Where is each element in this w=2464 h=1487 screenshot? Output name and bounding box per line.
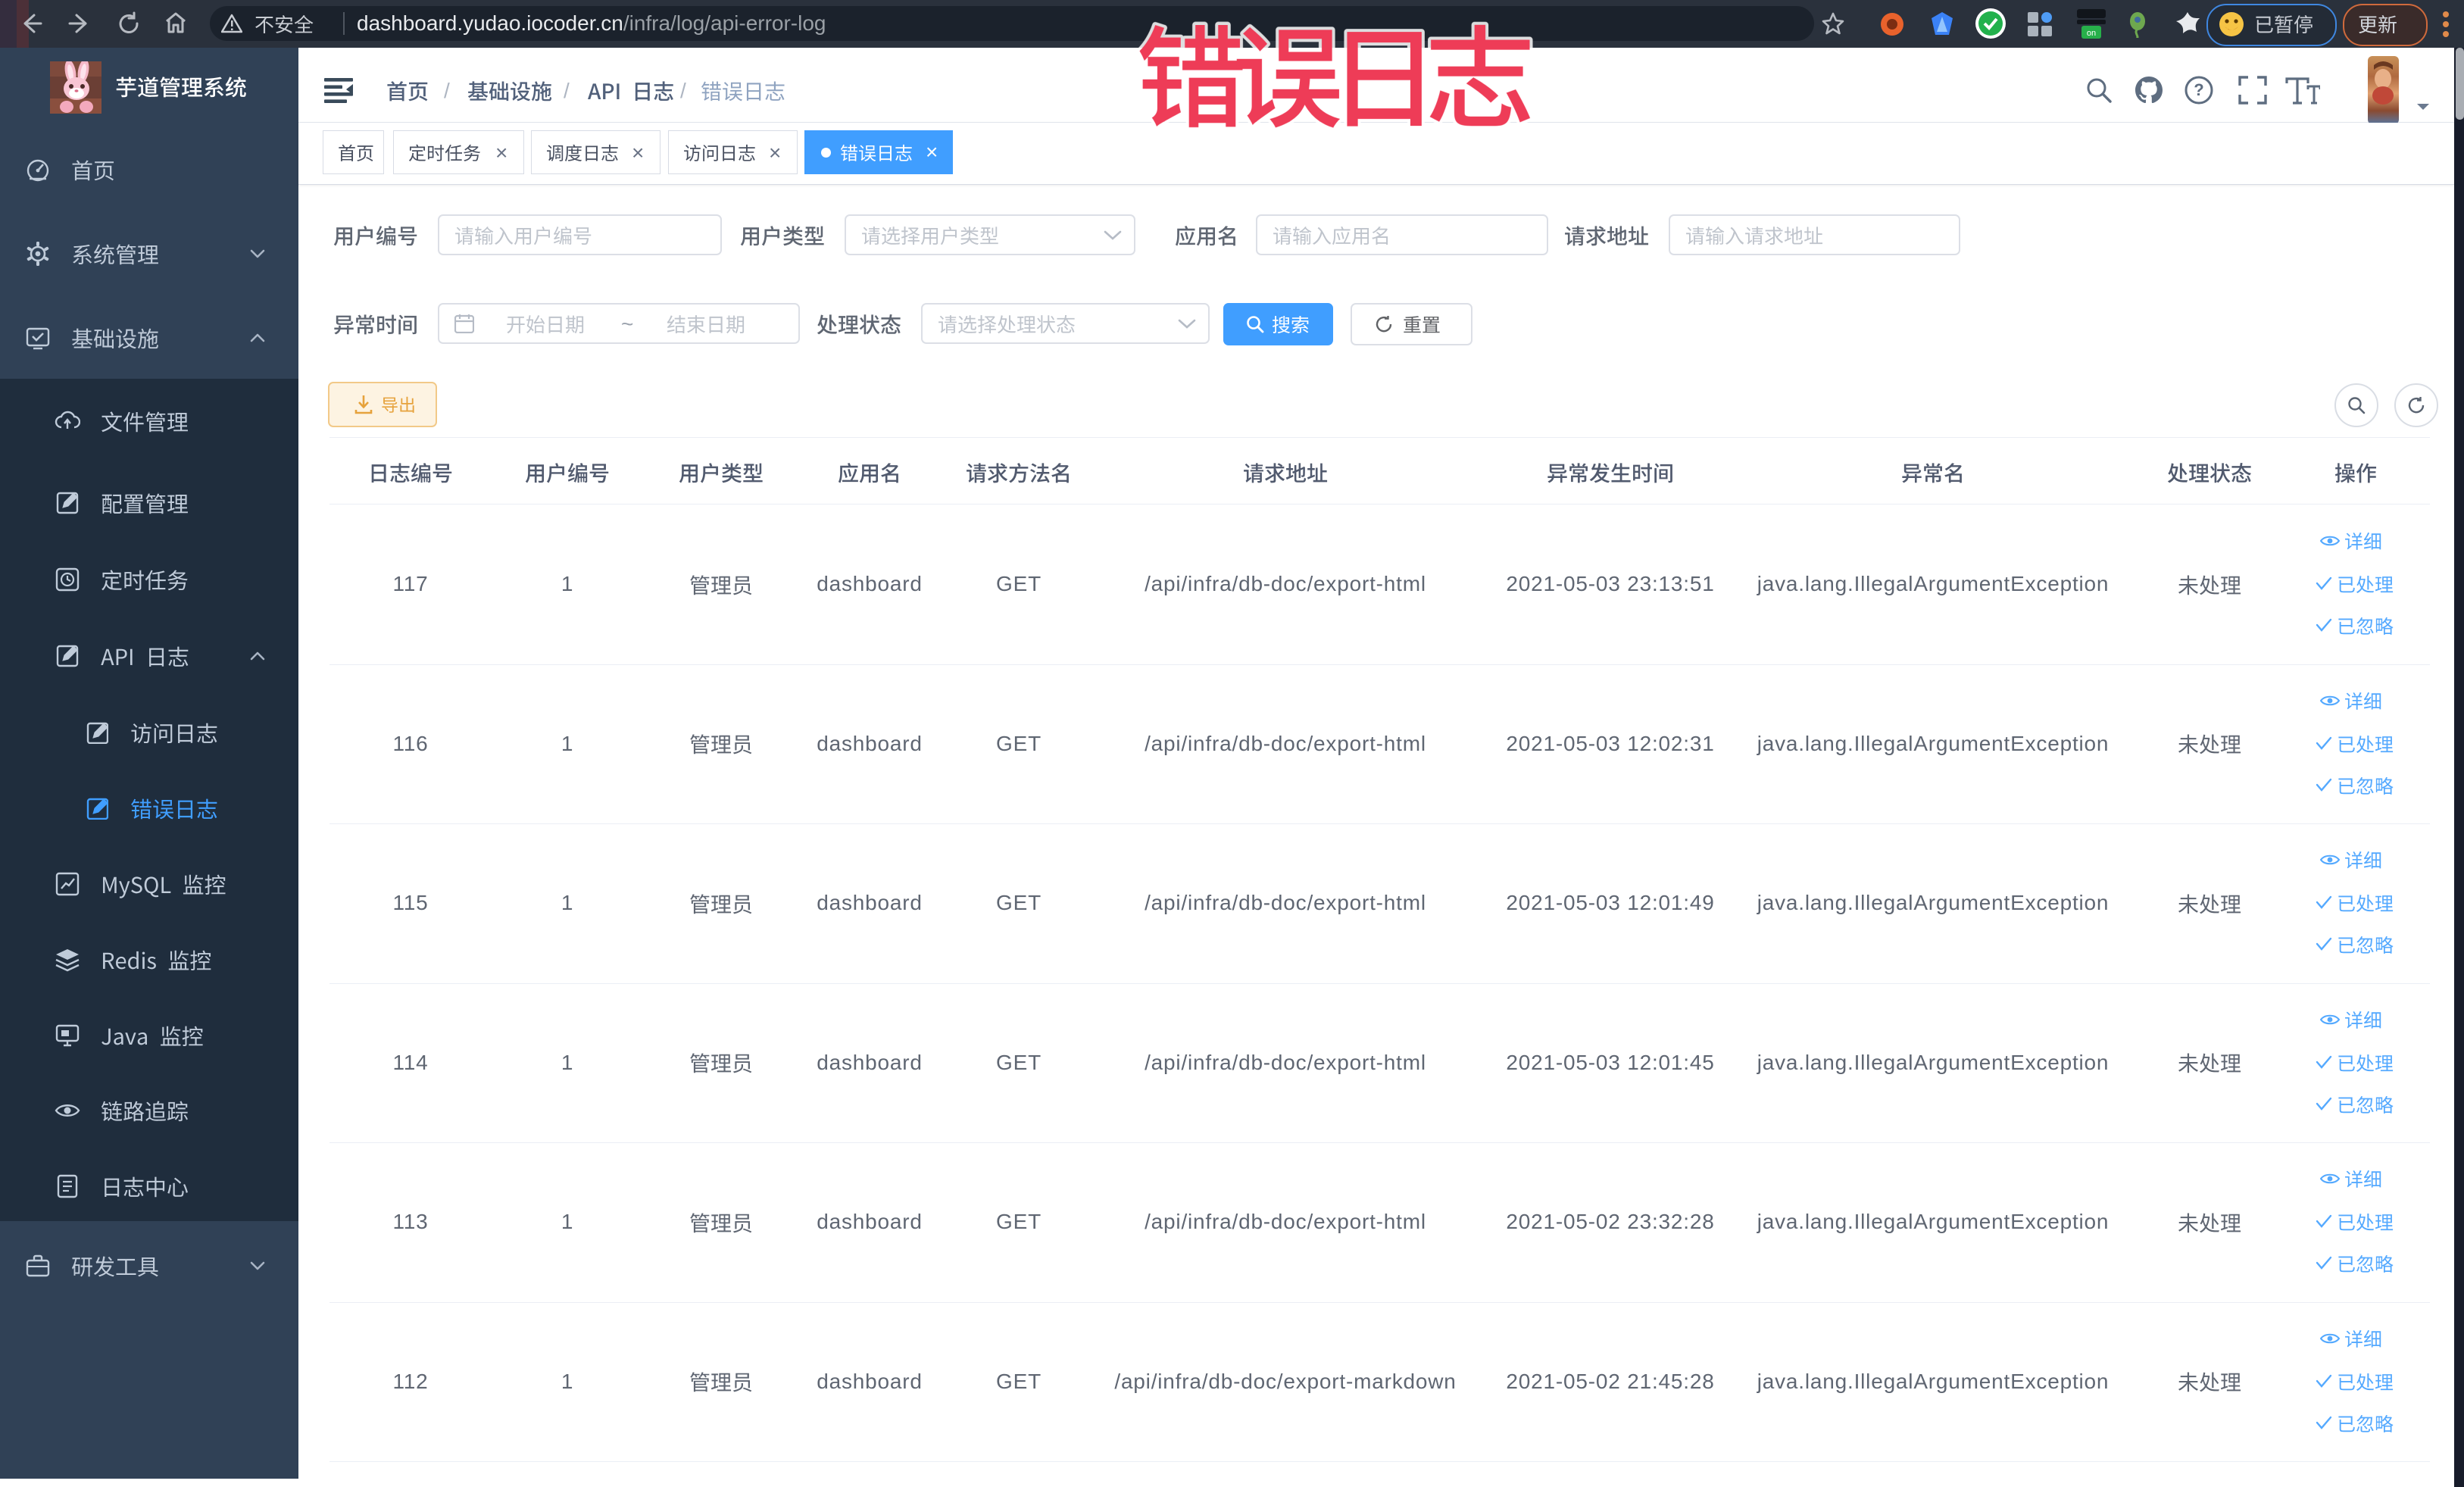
svg-text:on: on (2087, 29, 2096, 38)
svg-text:?: ? (2194, 80, 2203, 99)
